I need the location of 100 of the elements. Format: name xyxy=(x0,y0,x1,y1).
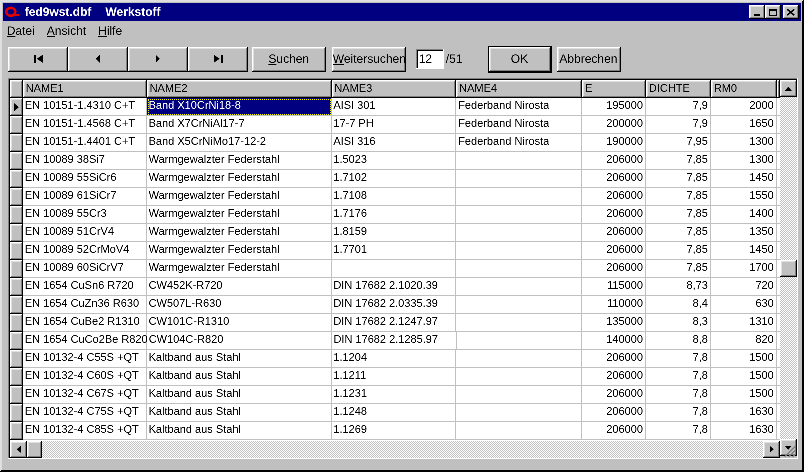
menu-item[interactable]: Hilfe xyxy=(98,22,122,40)
table-cell[interactable]: 8,8 xyxy=(646,332,712,350)
row-indicator[interactable] xyxy=(10,170,23,188)
table-cell[interactable]: 820 xyxy=(711,332,778,350)
table-cell[interactable]: Band X7CrNiAl17-7 xyxy=(146,116,332,134)
table-cell[interactable]: 206000 xyxy=(582,152,646,170)
table-cell[interactable]: CW452K-R720 xyxy=(146,278,332,296)
table-cell[interactable]: Band X5CrNiMo17-12-2 xyxy=(146,134,332,152)
table-cell[interactable] xyxy=(456,368,582,386)
table-cell[interactable]: Kaltband aus Stahl xyxy=(146,422,332,440)
table-cell[interactable]: 195000 xyxy=(582,98,646,116)
table-cell[interactable]: Kaltband aus Stahl xyxy=(146,350,332,368)
table-cell[interactable]: Kaltband aus Stahl xyxy=(146,386,332,404)
table-cell[interactable]: 1550 xyxy=(711,188,778,206)
table-cell[interactable]: 1.7176 xyxy=(332,206,456,224)
table-cell[interactable]: Kaltband aus Stahl xyxy=(146,368,332,386)
table-cell[interactable]: 110000 xyxy=(582,296,646,314)
table-cell[interactable]: 8,3 xyxy=(646,314,712,332)
table-cell[interactable] xyxy=(456,404,582,422)
column-header[interactable]: E xyxy=(582,80,646,98)
table-cell[interactable] xyxy=(456,386,582,404)
table-cell[interactable]: 1630 xyxy=(711,404,778,422)
table-cell[interactable]: EN 10132-4 C67S +QT xyxy=(22,386,147,404)
table-cell[interactable]: EN 10151-1.4401 C+T xyxy=(22,134,147,152)
table-cell[interactable]: 7,85 xyxy=(646,188,712,206)
row-indicator[interactable] xyxy=(10,116,23,134)
table-cell[interactable]: 1450 xyxy=(711,242,778,260)
row-indicator[interactable] xyxy=(10,242,23,260)
column-header[interactable]: DICHTE xyxy=(646,80,712,98)
table-cell[interactable]: Warmgewalzter Federstahl xyxy=(146,260,332,278)
close-button[interactable] xyxy=(783,5,799,19)
table-cell[interactable]: 140000 xyxy=(582,332,646,350)
table-cell[interactable]: EN 10132-4 C55S +QT xyxy=(22,350,147,368)
navigation-button[interactable] xyxy=(128,46,188,72)
table-cell[interactable]: 115000 xyxy=(582,278,646,296)
minimize-button[interactable] xyxy=(749,5,765,19)
table-cell[interactable] xyxy=(456,332,582,350)
table-cell[interactable] xyxy=(456,278,582,296)
row-indicator[interactable] xyxy=(10,296,23,314)
row-indicator[interactable] xyxy=(10,332,23,350)
row-indicator[interactable] xyxy=(10,404,23,422)
table-cell[interactable]: 1.1248 xyxy=(332,404,456,422)
table-cell[interactable]: DIN 17682 2.1285.97 xyxy=(332,332,457,350)
row-indicator[interactable] xyxy=(10,152,23,170)
table-cell[interactable]: EN 10089 60SiCrV7 xyxy=(22,260,147,278)
table-cell[interactable]: 1.1231 xyxy=(332,386,456,404)
table-cell[interactable] xyxy=(456,260,582,278)
table-cell[interactable]: EN 1654 CuBe2 R1310 xyxy=(22,314,147,332)
table-cell[interactable]: Warmgewalzter Federstahl xyxy=(146,224,332,242)
column-header[interactable]: NAME3 xyxy=(332,80,456,98)
row-indicator[interactable] xyxy=(10,422,23,440)
table-cell[interactable]: 7,8 xyxy=(646,368,712,386)
row-indicator[interactable] xyxy=(10,260,23,278)
table-cell[interactable]: 7,85 xyxy=(646,170,712,188)
search-button[interactable]: Weitersuchen xyxy=(332,46,406,72)
table-cell[interactable]: 7,8 xyxy=(646,404,712,422)
table-cell[interactable]: 1310 xyxy=(711,314,778,332)
horizontal-scrollbar[interactable] xyxy=(10,441,780,458)
scroll-up-button[interactable] xyxy=(780,80,797,97)
maximize-button[interactable] xyxy=(765,5,781,19)
navigation-button[interactable] xyxy=(8,46,68,72)
table-cell[interactable]: 7,9 xyxy=(646,116,712,134)
table-cell[interactable] xyxy=(456,152,582,170)
menu-item[interactable]: Ansicht xyxy=(47,22,86,40)
table-cell[interactable]: Warmgewalzter Federstahl xyxy=(146,188,332,206)
table-cell[interactable] xyxy=(456,224,582,242)
table-cell[interactable]: 1650 xyxy=(711,116,778,134)
table-cell[interactable]: 1500 xyxy=(711,350,778,368)
table-cell[interactable] xyxy=(456,188,582,206)
column-header[interactable]: NAME1 xyxy=(22,80,147,98)
row-indicator[interactable] xyxy=(10,386,23,404)
table-cell[interactable]: 1630 xyxy=(711,422,778,440)
scroll-left-button[interactable] xyxy=(10,441,27,458)
table-cell[interactable]: 7,85 xyxy=(646,224,712,242)
table-cell[interactable]: 1.1269 xyxy=(332,422,456,440)
table-cell[interactable]: EN 10151-1.4310 C+T xyxy=(22,98,147,116)
row-indicator[interactable] xyxy=(10,350,23,368)
table-cell[interactable]: 7,8 xyxy=(646,350,712,368)
table-cell[interactable]: AISI 316 xyxy=(332,134,456,152)
table-cell[interactable]: 7,9 xyxy=(646,98,712,116)
table-cell[interactable]: Federband Nirosta xyxy=(456,98,582,116)
row-indicator[interactable] xyxy=(10,206,23,224)
table-cell[interactable]: 1.7701 xyxy=(332,242,456,260)
table-cell[interactable]: 206000 xyxy=(582,224,646,242)
table-cell[interactable]: Warmgewalzter Federstahl xyxy=(146,170,332,188)
table-cell[interactable]: 206000 xyxy=(582,422,646,440)
ok-button[interactable]: OK xyxy=(488,46,551,72)
table-cell[interactable]: 206000 xyxy=(582,350,646,368)
table-cell[interactable]: 2000 xyxy=(711,98,778,116)
table-cell[interactable]: 206000 xyxy=(582,260,646,278)
table-cell[interactable]: 7,8 xyxy=(646,422,712,440)
table-cell[interactable] xyxy=(456,314,582,332)
table-cell[interactable]: EN 10132-4 C60S +QT xyxy=(22,368,147,386)
table-cell[interactable]: 206000 xyxy=(582,170,646,188)
table-cell[interactable]: 1.8159 xyxy=(332,224,456,242)
row-indicator[interactable] xyxy=(10,224,23,242)
table-cell[interactable]: 720 xyxy=(711,278,778,296)
table-cell[interactable]: 190000 xyxy=(582,134,646,152)
table-cell[interactable]: 8,73 xyxy=(646,278,712,296)
table-cell[interactable] xyxy=(456,242,582,260)
